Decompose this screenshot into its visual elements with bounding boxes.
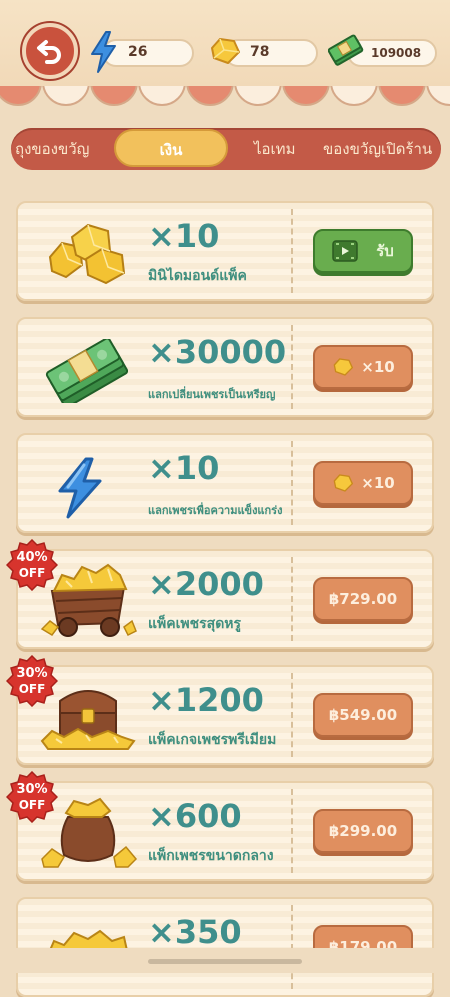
offer-amount: ×1200 bbox=[148, 681, 264, 719]
offer-card-small-pack: ×350 ฿179.00 bbox=[16, 897, 434, 997]
card-divider bbox=[291, 209, 293, 293]
buy-luxury-pack-button[interactable]: ฿729.00 bbox=[313, 577, 413, 621]
cash-stack-icon bbox=[328, 34, 364, 66]
discount-off-label: OFF bbox=[18, 682, 46, 696]
card-divider bbox=[291, 441, 293, 525]
diamond-value: 78 bbox=[250, 44, 270, 60]
offer-description: มินิไดมอนด์แพ็ค bbox=[148, 268, 247, 284]
price-label: ×10 bbox=[361, 358, 395, 376]
discount-off-label: OFF bbox=[18, 798, 46, 812]
offer-amount: ×350 bbox=[148, 913, 242, 951]
buy-premium-pack-button[interactable]: ฿549.00 bbox=[313, 693, 413, 737]
tab-gift-bag[interactable]: ถุงของขวัญ bbox=[15, 128, 89, 170]
discount-badge: 30% OFF bbox=[6, 655, 58, 707]
badge-shape-icon bbox=[6, 539, 58, 591]
card-divider bbox=[291, 905, 293, 989]
tab-opening-gift[interactable]: ของขวัญเปิดร้าน bbox=[323, 128, 432, 170]
discount-badge: 30% OFF bbox=[6, 771, 58, 823]
offer-description: แลกเพชรเพื่อความแข็งแกร่ง bbox=[148, 504, 283, 517]
discount-percent: 30% bbox=[16, 666, 48, 681]
price-label: ฿299.00 bbox=[328, 822, 398, 840]
claim-button-label: รับ bbox=[376, 242, 394, 260]
price-label: ×10 bbox=[361, 474, 395, 492]
video-play-icon bbox=[332, 240, 358, 262]
price-label: ฿729.00 bbox=[328, 590, 398, 608]
badge-shape-icon bbox=[6, 771, 58, 823]
buy-medium-pack-button[interactable]: ฿299.00 bbox=[313, 809, 413, 853]
offer-card-diamond-to-coin: ×30000 แลกเปลี่ยนเพชรเป็นเหรียญ ×10 bbox=[16, 317, 434, 417]
diamond-icon bbox=[333, 474, 354, 492]
cash-stack-icon bbox=[45, 339, 128, 403]
exchange-energy-button[interactable]: ×10 bbox=[313, 461, 413, 505]
offer-description: แพ็คเกจเพชรพรีเมียม bbox=[148, 732, 277, 748]
offer-amount: ×10 bbox=[148, 449, 220, 487]
offer-amount: ×30000 bbox=[148, 333, 287, 371]
offer-card-energy: ×10 แลกเพชรเพื่อความแข็งแกร่ง ×10 bbox=[16, 433, 434, 533]
offer-card-premium-pack: ×1200 แพ็คเกจเพชรพรีเมียม ฿549.00 bbox=[16, 665, 434, 765]
offer-description: แพ็คเพชรสุดหรู bbox=[148, 616, 242, 632]
offer-amount: ×2000 bbox=[148, 565, 264, 603]
energy-lightning-icon bbox=[91, 31, 116, 73]
offer-amount: ×600 bbox=[148, 797, 242, 835]
exchange-diamond-button[interactable]: ×10 bbox=[313, 345, 413, 389]
discount-percent: 30% bbox=[16, 782, 48, 797]
discount-percent: 40% bbox=[16, 550, 48, 565]
card-divider bbox=[291, 789, 293, 873]
diamond-icon bbox=[333, 358, 354, 376]
energy-value: 26 bbox=[128, 44, 148, 60]
price-label: ฿549.00 bbox=[328, 706, 398, 724]
card-divider bbox=[291, 325, 293, 409]
lightning-icon bbox=[58, 457, 102, 519]
cash-value: 109008 bbox=[371, 46, 422, 60]
offer-amount: ×10 bbox=[148, 217, 220, 255]
card-divider bbox=[291, 557, 293, 641]
discount-off-label: OFF bbox=[18, 566, 46, 580]
back-button[interactable] bbox=[22, 23, 78, 79]
diamond-pile-icon bbox=[48, 223, 126, 285]
home-indicator bbox=[148, 959, 302, 964]
awning-decoration bbox=[0, 86, 450, 106]
top-bar: 26 78 109008 bbox=[0, 0, 450, 86]
badge-shape-icon bbox=[6, 655, 58, 707]
discount-badge: 40% OFF bbox=[6, 539, 58, 591]
category-tabs: ถุงของขวัญ เงิน ไอเทม ของขวัญเปิดร้าน bbox=[11, 128, 441, 170]
claim-free-button[interactable]: รับ bbox=[313, 229, 413, 273]
offer-card-luxury-pack: ×2000 แพ็คเพชรสุดหรู ฿729.00 bbox=[16, 549, 434, 649]
tab-money[interactable]: เงิน bbox=[114, 129, 228, 167]
diamond-icon bbox=[211, 38, 240, 64]
back-arrow-icon bbox=[37, 40, 61, 64]
offer-card-mini-diamond: ×10 มินิไดมอนด์แพ็ค รับ bbox=[16, 201, 434, 301]
offer-description: แลกเปลี่ยนเพชรเป็นเหรียญ bbox=[148, 388, 276, 401]
offer-card-medium-pack: ×600 แพ็กเพชรขนาดกลาง ฿299.00 bbox=[16, 781, 434, 881]
card-divider bbox=[291, 673, 293, 757]
offer-description: แพ็กเพชรขนาดกลาง bbox=[148, 848, 274, 864]
tab-items[interactable]: ไอเทม bbox=[254, 128, 295, 170]
